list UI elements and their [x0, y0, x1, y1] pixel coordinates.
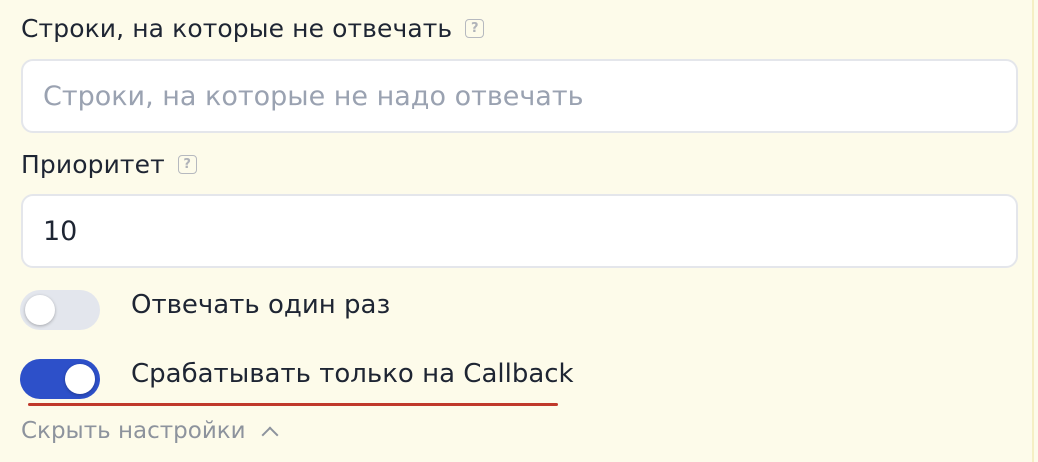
priority-input[interactable]: [21, 194, 1018, 268]
hide-settings-button[interactable]: Скрыть настройки: [21, 418, 279, 444]
reply-once-toggle[interactable]: [20, 290, 100, 330]
ignore-lines-input[interactable]: [21, 59, 1018, 133]
callback-only-toggle[interactable]: [20, 359, 100, 399]
help-icon[interactable]: ?: [465, 19, 485, 38]
ignore-lines-label-text: Строки, на которые не отвечать: [21, 14, 453, 43]
priority-label: Приоритет ?: [21, 150, 197, 179]
settings-panel: Строки, на которые не отвечать ? Приорит…: [0, 0, 1034, 462]
annotation-underline: [28, 403, 558, 406]
callback-only-label: Срабатывать только на Callback: [131, 359, 574, 389]
hide-settings-label: Скрыть настройки: [21, 418, 246, 444]
chevron-up-icon: [261, 426, 279, 443]
help-icon[interactable]: ?: [177, 155, 197, 174]
ignore-lines-label: Строки, на которые не отвечать ?: [21, 14, 485, 43]
toggle-knob: [65, 364, 95, 394]
toggle-knob: [25, 295, 55, 325]
priority-label-text: Приоритет: [21, 150, 165, 179]
reply-once-label: Отвечать один раз: [131, 290, 391, 320]
